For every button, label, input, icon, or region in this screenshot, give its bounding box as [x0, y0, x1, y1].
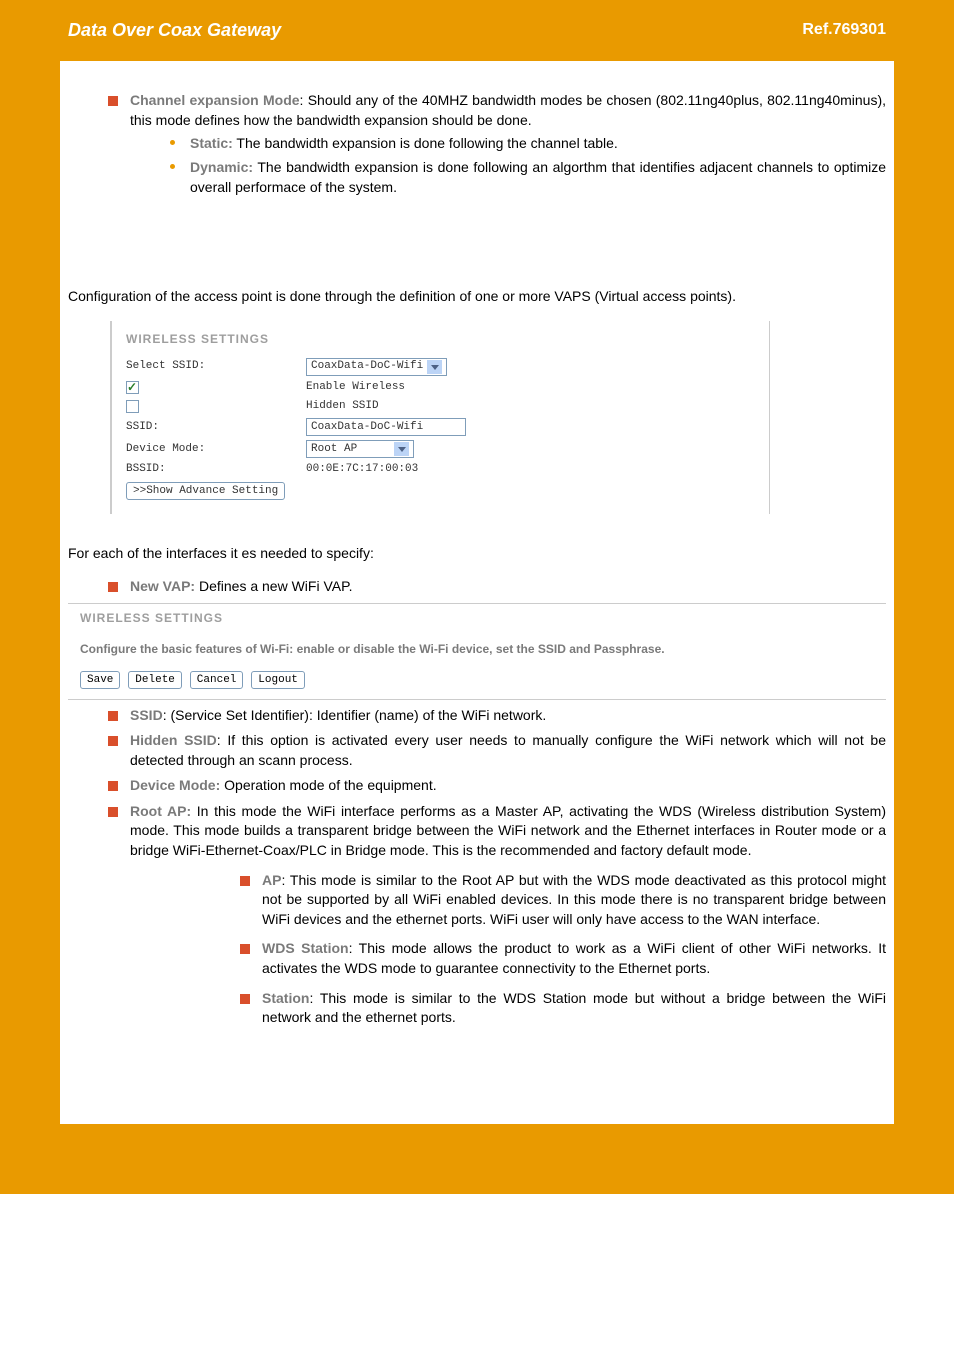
select-ssid-value: CoaxData-DoC-Wifi — [311, 359, 423, 374]
save-button[interactable]: Save — [80, 671, 120, 689]
header-ref: Ref.769301 — [802, 19, 886, 41]
enable-wireless-checkbox[interactable] — [126, 381, 139, 394]
item-wds-def: WDS Station: This mode allows the produc… — [240, 939, 886, 978]
ssid-field-label: SSID: — [126, 420, 306, 435]
wireless-settings-panel-1: WIRELESS SETTINGS Select SSID: CoaxData-… — [110, 321, 770, 514]
item-new-vap: New VAP: Defines a new WiFi VAP. — [108, 577, 886, 597]
device-mode-dropdown[interactable]: Root AP — [306, 440, 414, 458]
panel2-desc: Configure the basic features of Wi-Fi: e… — [80, 641, 874, 658]
bssid-value: 00:0E:7C:17:00:03 — [306, 462, 418, 477]
enable-wireless-label: Enable Wireless — [306, 380, 405, 395]
device-mode-value: Root AP — [311, 442, 357, 457]
station-def-label: Station — [262, 990, 309, 1006]
delete-button[interactable]: Delete — [128, 671, 182, 689]
root-ap-def-label: Root AP: — [130, 803, 191, 819]
new-vap-text: Defines a new WiFi VAP. — [195, 578, 352, 594]
ap-def-text: : This mode is similar to the Root AP bu… — [262, 872, 886, 927]
item-hidden-ssid-def: Hidden SSID: If this option is activated… — [108, 731, 886, 770]
channel-expansion-label: Channel expansion Mode — [130, 92, 300, 108]
ssid-def-text: : (Service Set Identifier): Identifier (… — [163, 707, 547, 723]
static-label: Static: — [190, 135, 233, 151]
show-advance-button[interactable]: >>Show Advance Setting — [126, 482, 285, 500]
panel2-title: WIRELESS SETTINGS — [80, 610, 874, 627]
root-ap-def-text: In this mode the WiFi interface performs… — [130, 803, 886, 858]
static-text: The bandwidth expansion is done followin… — [233, 135, 618, 151]
station-def-text: : This mode is similar to the WDS Statio… — [262, 990, 886, 1026]
page-accent — [894, 311, 954, 329]
item-static: Static: The bandwidth expansion is done … — [170, 134, 886, 154]
bssid-field-label: BSSID: — [126, 462, 306, 477]
device-mode-def-text: Operation mode of the equipment. — [220, 777, 436, 793]
ap-def-label: AP — [262, 872, 281, 888]
item-dynamic: Dynamic: The bandwidth expansion is done… — [170, 158, 886, 197]
new-vap-label: New VAP: — [130, 578, 195, 594]
ssid-def-label: SSID — [130, 707, 163, 723]
logout-button[interactable]: Logout — [251, 671, 305, 689]
item-device-mode-def: Device Mode: Operation mode of the equip… — [108, 776, 886, 796]
device-mode-field-label: Device Mode: — [126, 442, 306, 457]
wds-def-label: WDS Station — [262, 940, 349, 956]
vaps-paragraph: Configuration of the access point is don… — [68, 287, 886, 307]
item-channel-expansion: Channel expansion Mode: Should any of th… — [108, 91, 886, 197]
chevron-down-icon — [394, 442, 409, 456]
item-ssid-def: SSID: (Service Set Identifier): Identifi… — [108, 706, 886, 726]
device-mode-def-label: Device Mode: — [130, 777, 220, 793]
select-ssid-label: Select SSID: — [126, 359, 306, 374]
wireless-settings-panel-2: WIRELESS SETTINGS Configure the basic fe… — [68, 603, 886, 700]
dynamic-label: Dynamic: — [190, 159, 253, 175]
select-ssid-dropdown[interactable]: CoaxData-DoC-Wifi — [306, 358, 447, 376]
hidden-ssid-def-label: Hidden SSID — [130, 732, 217, 748]
header-bar: Data Over Coax Gateway Ref.769301 — [0, 0, 954, 61]
item-root-ap-def: Root AP: In this mode the WiFi interface… — [108, 802, 886, 1028]
wds-def-text: : This mode allows the product to work a… — [262, 940, 886, 976]
hidden-ssid-checkbox[interactable] — [126, 400, 139, 413]
cancel-button[interactable]: Cancel — [190, 671, 244, 689]
ssid-input[interactable]: CoaxData-DoC-Wifi — [306, 418, 466, 436]
dynamic-text: The bandwidth expansion is done followin… — [190, 159, 886, 195]
interfaces-paragraph: For each of the interfaces it es needed … — [68, 544, 886, 564]
panel1-title: WIRELESS SETTINGS — [126, 331, 755, 348]
item-ap-def: AP: This mode is similar to the Root AP … — [240, 871, 886, 930]
hidden-ssid-label: Hidden SSID — [306, 399, 379, 414]
hidden-ssid-def-text: : If this option is activated every user… — [130, 732, 886, 768]
chevron-down-icon — [427, 360, 442, 374]
header-title: Data Over Coax Gateway — [68, 18, 281, 43]
item-station-def: Station: This mode is similar to the WDS… — [240, 989, 886, 1028]
